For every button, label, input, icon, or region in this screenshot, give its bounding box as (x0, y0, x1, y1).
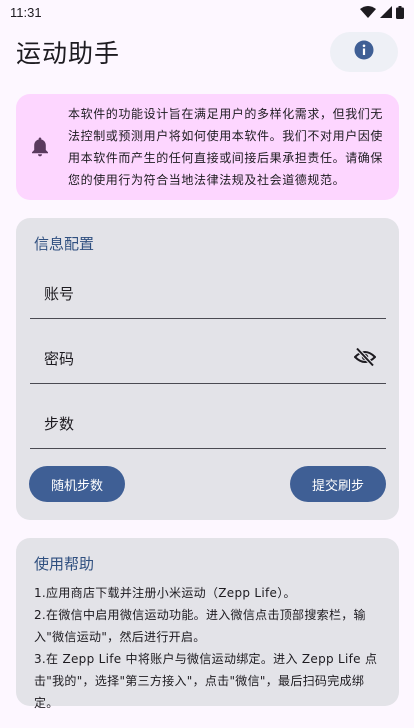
account-input[interactable] (30, 265, 386, 318)
config-card: 信息配置 账号 密码 步数 随机步数 提交刷步 (16, 218, 399, 520)
bell-icon (30, 137, 50, 157)
battery-icon (396, 5, 404, 19)
disclaimer-text: 本软件的功能设计旨在满足用户的多样化需求，但我们无法控制或预测用户将如何使用本软… (68, 107, 384, 187)
status-icons (360, 5, 404, 19)
account-field[interactable]: 账号 (30, 265, 386, 319)
status-time: 11:31 (10, 4, 42, 20)
status-bar: 11:31 (0, 0, 414, 24)
help-card: 使用帮助 1.应用商店下载并注册小米运动（Zepp Life）。 2.在微信中启… (16, 538, 399, 710)
config-section-title: 信息配置 (34, 235, 95, 253)
disclaimer-card: 本软件的功能设计旨在满足用户的多样化需求，但我们无法控制或预测用户将如何使用本软… (16, 94, 399, 200)
wifi-icon (360, 6, 376, 18)
help-step-3: 3.在 Zepp Life 中将账户与微信运动绑定。进入 Zepp Life 点… (34, 652, 378, 710)
help-step-1: 1.应用商店下载并注册小米运动（Zepp Life）。 (34, 586, 296, 600)
info-button[interactable] (330, 32, 398, 72)
steps-input[interactable] (30, 395, 386, 448)
password-field[interactable]: 密码 (30, 330, 386, 384)
random-steps-button[interactable]: 随机步数 (29, 466, 125, 502)
help-section-title: 使用帮助 (34, 555, 95, 573)
password-input[interactable] (30, 330, 386, 383)
help-list: 1.应用商店下载并注册小米运动（Zepp Life）。 2.在微信中启用微信运动… (34, 582, 386, 714)
eye-off-icon[interactable] (353, 347, 377, 371)
help-step-2: 2.在微信中启用微信运动功能。进入微信点击顶部搜索栏，输入"微信运动"，然后进行… (34, 608, 366, 644)
signal-icon (380, 6, 392, 18)
app-bar: 运动助手 (0, 28, 414, 76)
page-title: 运动助手 (16, 39, 121, 68)
info-icon (354, 40, 374, 64)
submit-steps-button[interactable]: 提交刷步 (290, 466, 386, 502)
steps-field[interactable]: 步数 (30, 395, 386, 449)
